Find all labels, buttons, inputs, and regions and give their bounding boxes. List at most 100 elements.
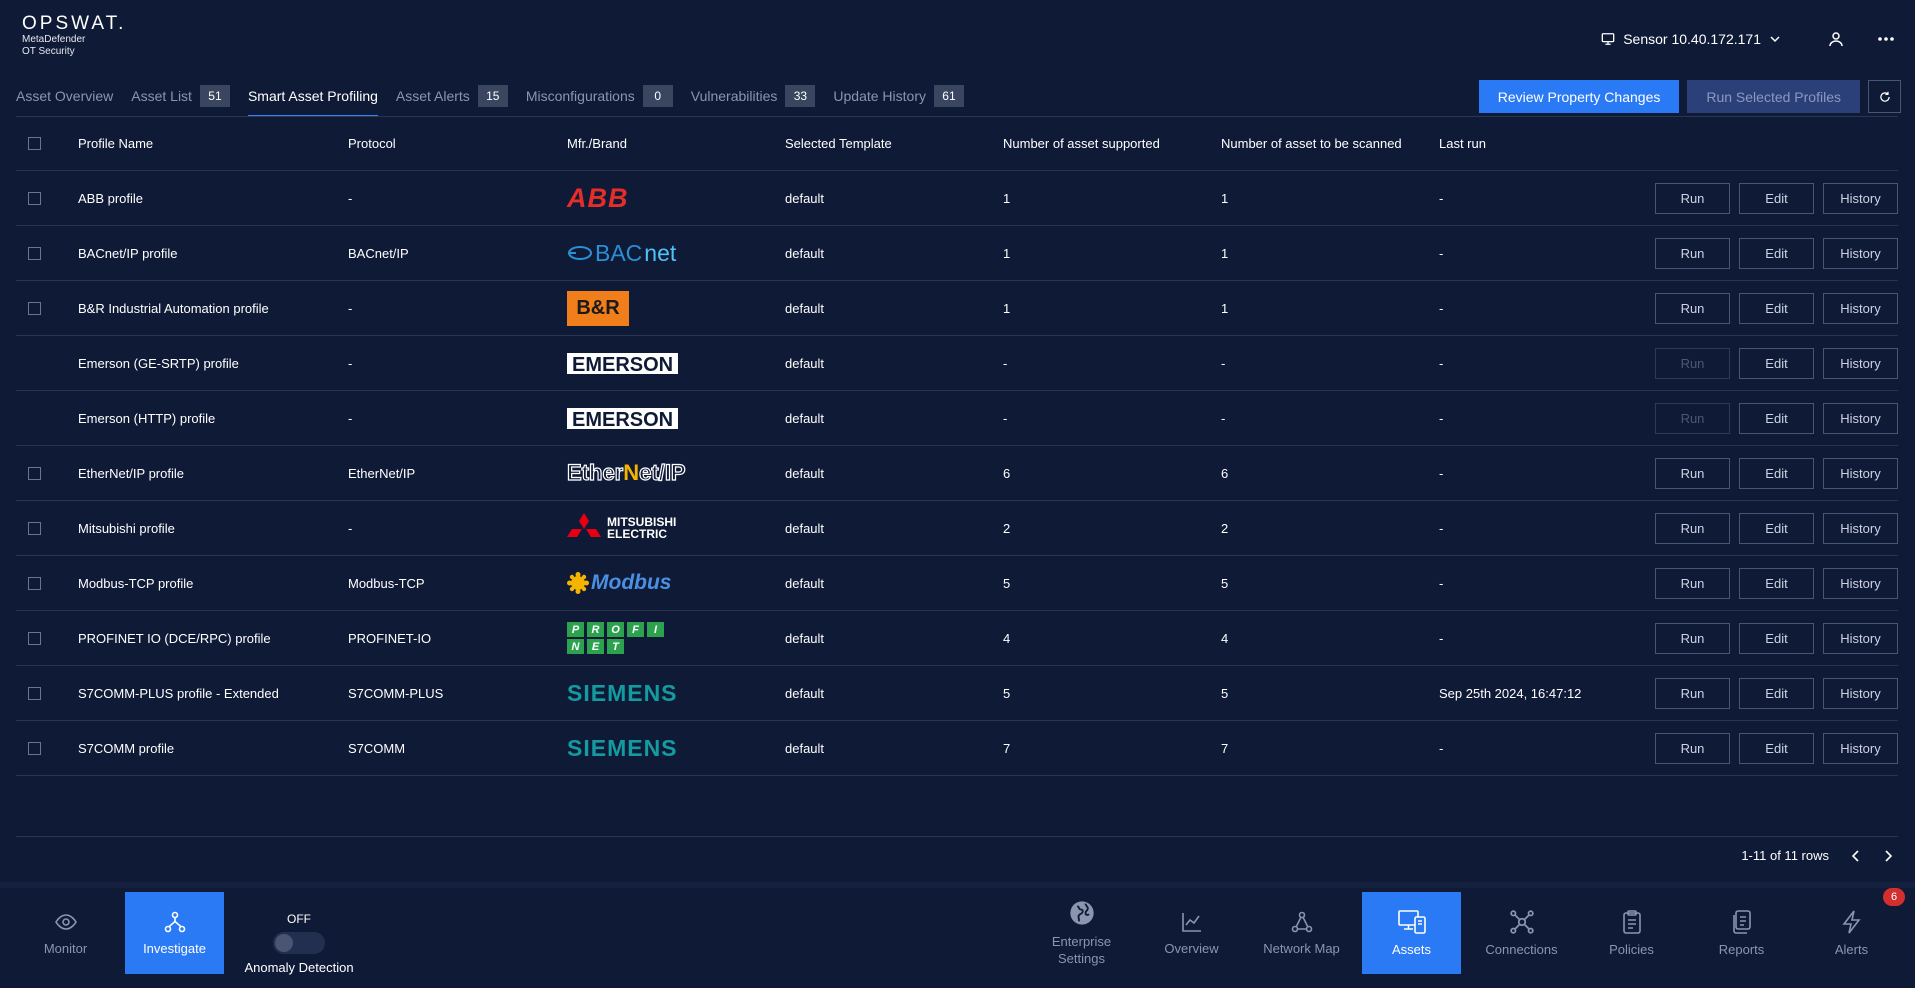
column-header-supported[interactable]: Number of asset supported [1003,117,1160,170]
history-button[interactable]: History [1823,347,1898,379]
cell-template: default [785,190,825,206]
history-button[interactable]: History [1823,677,1898,709]
run-selected-profiles-button[interactable]: Run Selected Profiles [1687,80,1860,113]
history-button[interactable]: History [1823,732,1898,764]
emerson-logo: EMERSON [567,352,679,375]
history-button[interactable]: History [1823,457,1898,489]
row-select-checkbox[interactable] [28,741,41,755]
sensor-label: Sensor 10.40.172.171 [1623,31,1761,47]
run-button[interactable]: Run [1655,512,1730,544]
history-button[interactable]: History [1823,512,1898,544]
run-button[interactable]: Run [1655,237,1730,269]
run-button[interactable]: Run [1655,347,1730,379]
nav-monitor[interactable]: Monitor [16,892,115,974]
edit-button[interactable]: Edit [1739,677,1814,709]
prev-page-button[interactable] [1851,849,1861,862]
history-button[interactable]: History [1823,182,1898,214]
row-select-checkbox[interactable] [28,686,41,700]
modbus-gear-icon [567,572,589,594]
tab-update-history[interactable]: Update History 61 [833,80,964,117]
edit-button[interactable]: Edit [1739,622,1814,654]
nav-policies[interactable]: Policies [1582,892,1681,974]
tab-label: Smart Asset Profiling [247,88,378,104]
nav-reports[interactable]: Reports [1692,892,1791,974]
network-icon [1291,911,1312,932]
run-button[interactable]: Run [1655,292,1730,324]
nav-connections[interactable]: Connections [1472,892,1571,974]
tab-count-badge: 15 [477,85,508,107]
column-header-protocol[interactable]: Protocol [348,117,396,170]
tab-vulnerabilities[interactable]: Vulnerabilities 33 [691,80,816,117]
edit-button[interactable]: Edit [1739,567,1814,599]
history-button[interactable]: History [1823,622,1898,654]
tab-smart-asset-profiling[interactable]: Smart Asset Profiling [247,80,378,117]
row-select-checkbox[interactable] [28,521,41,535]
nav-alerts-label: Alerts [1834,941,1869,957]
edit-button[interactable]: Edit [1739,512,1814,544]
cell-assets-supported: 1 [1003,300,1011,316]
nav-assets[interactable]: Assets [1362,892,1461,974]
run-button[interactable]: Run [1655,402,1730,434]
refresh-button[interactable] [1868,80,1901,113]
nav-reports-label: Reports [1718,941,1765,957]
cell-profile-name: Modbus-TCP profile [78,575,194,591]
eye-icon [54,913,77,930]
row-actions: Run Edit History [1655,611,1898,665]
history-button[interactable]: History [1823,237,1898,269]
more-options-icon[interactable] [1875,28,1897,50]
tab-asset-overview[interactable]: Asset Overview [16,80,113,117]
history-button[interactable]: History [1823,567,1898,599]
select-all-checkbox[interactable] [28,137,41,150]
column-header-template[interactable]: Selected Template [785,117,892,170]
next-page-button[interactable] [1883,849,1893,862]
tab-count-badge: 33 [785,85,816,107]
edit-button[interactable]: Edit [1739,292,1814,324]
column-header-profile-name[interactable]: Profile Name [78,117,153,170]
nav-overview[interactable]: Overview [1142,892,1241,974]
review-property-changes-button[interactable]: Review Property Changes [1478,80,1680,113]
tab-asset-list[interactable]: Asset List 51 [131,80,230,117]
row-select-checkbox[interactable] [28,191,41,205]
row-select-checkbox[interactable] [28,246,41,260]
nav-investigate[interactable]: Investigate [125,892,224,974]
user-icon[interactable] [1825,28,1847,50]
nav-alerts[interactable]: Alerts 6 [1802,888,1905,974]
history-button[interactable]: History [1823,402,1898,434]
nav-investigate-label: Investigate [143,940,206,956]
edit-button[interactable]: Edit [1739,457,1814,489]
cell-protocol: Modbus-TCP [348,575,425,591]
edit-button[interactable]: Edit [1739,732,1814,764]
cell-brand: MITSUBISHI ELECTRIC [567,501,676,555]
edit-button[interactable]: Edit [1739,237,1814,269]
row-select-checkbox[interactable] [28,631,41,645]
tab-asset-alerts[interactable]: Asset Alerts 15 [396,80,508,117]
history-button[interactable]: History [1823,292,1898,324]
edit-button[interactable]: Edit [1739,402,1814,434]
edit-button[interactable]: Edit [1739,182,1814,214]
row-select-checkbox[interactable] [28,301,41,315]
run-button[interactable]: Run [1655,732,1730,764]
row-select-checkbox[interactable] [28,466,41,480]
column-header-last-run[interactable]: Last run [1439,117,1486,170]
column-header-scanned[interactable]: Number of asset to be scanned [1221,117,1402,170]
run-button[interactable]: Run [1655,622,1730,654]
column-header-brand[interactable]: Mfr./Brand [567,117,627,170]
cell-brand: EMERSON [567,391,679,445]
nav-enterprise-settings[interactable]: Enterprise Settings [1032,892,1131,974]
profinet-letter: F [627,622,644,637]
tab-misconfigurations[interactable]: Misconfigurations 0 [526,80,673,117]
row-select-checkbox[interactable] [28,576,41,590]
cell-assets-supported: 5 [1003,685,1011,701]
run-button[interactable]: Run [1655,457,1730,489]
cell-template: default [785,355,825,371]
table-header-row: Profile Name Protocol Mfr./Brand Selecte… [16,117,1898,171]
edit-button[interactable]: Edit [1739,347,1814,379]
row-actions: Run Edit History [1655,281,1898,335]
anomaly-detection-toggle[interactable] [273,932,325,954]
nav-network-map[interactable]: Network Map [1252,892,1351,974]
run-button[interactable]: Run [1655,567,1730,599]
nav-assets-label: Assets [1391,941,1431,957]
run-button[interactable]: Run [1655,182,1730,214]
sensor-selector[interactable]: Sensor 10.40.172.171 [1601,31,1781,47]
run-button[interactable]: Run [1655,677,1730,709]
